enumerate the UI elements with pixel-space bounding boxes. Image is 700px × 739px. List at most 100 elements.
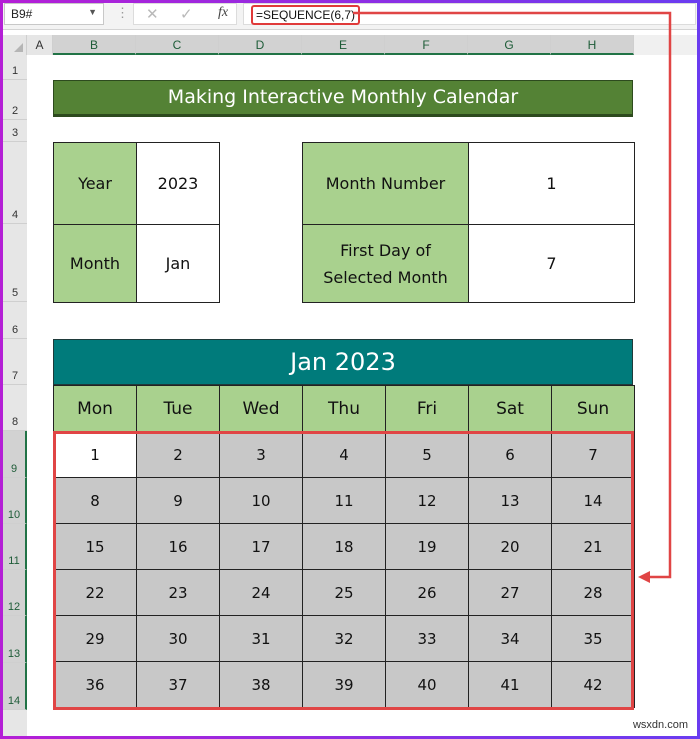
calendar-day-cell[interactable]: 19: [385, 523, 469, 570]
row-header-11[interactable]: 11: [3, 524, 27, 570]
name-box[interactable]: B9# ▼: [4, 3, 104, 25]
calendar-day-cell[interactable]: 28: [551, 569, 635, 616]
month-value-cell[interactable]: Jan: [136, 224, 220, 303]
select-all-icon: [14, 43, 23, 52]
calendar-day-cell[interactable]: 25: [302, 569, 386, 616]
calendar-day-cell[interactable]: 31: [219, 615, 303, 662]
calendar-day-cell[interactable]: 2: [136, 431, 220, 478]
calendar-day-cell[interactable]: 3: [219, 431, 303, 478]
calendar-day-cell[interactable]: 12: [385, 477, 469, 524]
sheet-title[interactable]: Making Interactive Monthly Calendar: [53, 80, 633, 117]
weekday-tue[interactable]: Tue: [136, 385, 220, 432]
column-header-d[interactable]: D: [219, 35, 302, 55]
calendar-day-cell[interactable]: 21: [551, 523, 635, 570]
calendar-day-cell[interactable]: 39: [302, 661, 386, 708]
weekday-wed[interactable]: Wed: [219, 385, 303, 432]
first-day-value[interactable]: 7: [468, 224, 635, 303]
month-number-value[interactable]: 1: [468, 142, 635, 225]
calendar-day-cell[interactable]: 40: [385, 661, 469, 708]
first-day-label[interactable]: First Day of Selected Month: [302, 224, 469, 303]
calendar-day-cell[interactable]: 6: [468, 431, 552, 478]
weekday-fri[interactable]: Fri: [385, 385, 469, 432]
row-header-5[interactable]: 5: [3, 224, 27, 302]
calendar-day-cell[interactable]: 1: [53, 431, 137, 478]
calendar-day-cell[interactable]: 27: [468, 569, 552, 616]
select-all-button[interactable]: [3, 35, 27, 55]
row-header-8[interactable]: 8: [3, 385, 27, 431]
formula-buttons: ✕ ✓ fx: [133, 3, 237, 25]
calendar-day-cell[interactable]: 20: [468, 523, 552, 570]
column-header-a[interactable]: A: [27, 35, 53, 55]
calendar-day-cell[interactable]: 24: [219, 569, 303, 616]
row-header-7[interactable]: 7: [3, 339, 27, 385]
column-header-f[interactable]: F: [385, 35, 468, 55]
row-header-6[interactable]: 6: [3, 302, 27, 339]
calendar-day-cell[interactable]: 11: [302, 477, 386, 524]
calendar-day-cell[interactable]: 18: [302, 523, 386, 570]
column-header-h[interactable]: H: [551, 35, 634, 55]
calendar-day-cell[interactable]: 35: [551, 615, 635, 662]
month-label[interactable]: Month: [53, 224, 137, 303]
name-box-value: B9#: [11, 7, 33, 21]
weekday-sat[interactable]: Sat: [468, 385, 552, 432]
calendar-day-cell[interactable]: 36: [53, 661, 137, 708]
calendar-week-row: 1234567: [53, 431, 635, 478]
calendar-week-row: 8 9 10 11 12 13 14: [53, 477, 635, 524]
calendar-week-row: 22 23 24 25 26 27 28: [53, 569, 635, 616]
calendar-day-cell[interactable]: 22: [53, 569, 137, 616]
calendar-day-cell[interactable]: 13: [468, 477, 552, 524]
calendar-day-cell[interactable]: 23: [136, 569, 220, 616]
column-header-e[interactable]: E: [302, 35, 385, 55]
calendar-day-cell[interactable]: 42: [551, 661, 635, 708]
year-label[interactable]: Year: [53, 142, 137, 225]
weekday-sun[interactable]: Sun: [551, 385, 635, 432]
calendar-day-cell[interactable]: 26: [385, 569, 469, 616]
calendar-day-cell[interactable]: 41: [468, 661, 552, 708]
row-header-14[interactable]: 14: [3, 663, 27, 710]
chevron-down-icon[interactable]: ▼: [88, 7, 97, 17]
calendar-day-cell[interactable]: 17: [219, 523, 303, 570]
year-value-cell[interactable]: 2023: [136, 142, 220, 225]
calendar-week-row: 15 16 17 18 19 20 21: [53, 523, 635, 570]
calendar-day-cell[interactable]: 37: [136, 661, 220, 708]
calendar-day-cell[interactable]: 16: [136, 523, 220, 570]
weekday-mon[interactable]: Mon: [53, 385, 137, 432]
calendar-day-cell[interactable]: 34: [468, 615, 552, 662]
calendar-day-cell[interactable]: 5: [385, 431, 469, 478]
formula-text[interactable]: =SEQUENCE(6,7): [251, 5, 361, 25]
row-header-4[interactable]: 4: [3, 142, 27, 224]
column-header-g[interactable]: G: [468, 35, 551, 55]
row-header-9[interactable]: 9: [3, 431, 27, 478]
enter-icon[interactable]: ✓: [180, 5, 193, 23]
calendar-day-cell[interactable]: 7: [551, 431, 635, 478]
calendar-day-cell[interactable]: 38: [219, 661, 303, 708]
calendar-day-cell[interactable]: 8: [53, 477, 137, 524]
cancel-icon[interactable]: ✕: [146, 5, 159, 23]
arrowhead-icon: [638, 571, 650, 583]
calendar-title[interactable]: Jan 2023: [53, 339, 633, 385]
calendar-day-cell[interactable]: 32: [302, 615, 386, 662]
calendar-week-row: 29 30 31 32 33 34 35: [53, 615, 635, 662]
row-header-3[interactable]: 3: [3, 120, 27, 142]
calendar-day-cell[interactable]: 15: [53, 523, 137, 570]
row-header-10[interactable]: 10: [3, 478, 27, 524]
calendar-day-cell[interactable]: 10: [219, 477, 303, 524]
row-header-12[interactable]: 12: [3, 570, 27, 616]
row-header-2[interactable]: 2: [3, 80, 27, 120]
calendar-day-cell[interactable]: 9: [136, 477, 220, 524]
calendar-day-cell[interactable]: 29: [53, 615, 137, 662]
info-table: Month Number 1 First Day of Selected Mon…: [302, 142, 635, 303]
calendar-day-cell[interactable]: 33: [385, 615, 469, 662]
month-number-label[interactable]: Month Number: [302, 142, 469, 225]
column-header-c[interactable]: C: [136, 35, 219, 55]
calendar-day-cell[interactable]: 4: [302, 431, 386, 478]
weekday-thu[interactable]: Thu: [302, 385, 386, 432]
drag-handle-icon[interactable]: ⋮: [116, 5, 129, 21]
column-header-empty: [634, 35, 697, 55]
calendar-day-cell[interactable]: 30: [136, 615, 220, 662]
column-header-b[interactable]: B: [53, 35, 136, 55]
calendar-day-cell[interactable]: 14: [551, 477, 635, 524]
insert-function-icon[interactable]: fx: [218, 5, 228, 21]
row-header-1[interactable]: 1: [3, 55, 27, 80]
row-header-13[interactable]: 13: [3, 616, 27, 663]
